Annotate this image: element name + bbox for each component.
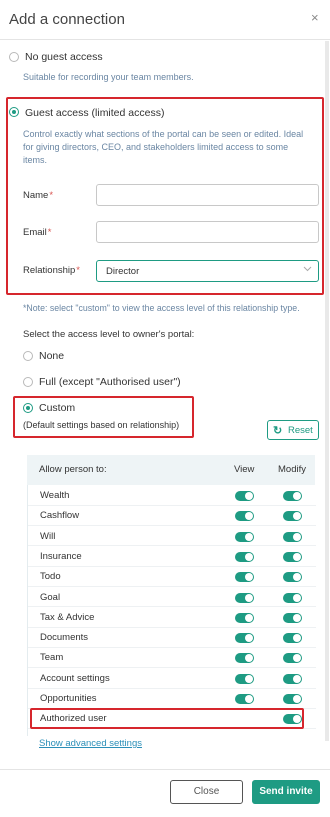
show-advanced-settings-link[interactable]: Show advanced settings (39, 738, 142, 749)
view-toggle[interactable] (235, 491, 254, 501)
row-divider (28, 545, 316, 547)
view-toggle[interactable] (235, 551, 254, 562)
modify-toggle[interactable] (283, 511, 302, 522)
view-toggle[interactable] (235, 511, 254, 522)
view-toggle[interactable] (235, 612, 254, 623)
reset-button[interactable]: ↻ Reset (267, 420, 319, 440)
dialog-header: Add a connection × (0, 0, 330, 40)
modify-toggle[interactable] (283, 531, 302, 542)
permission-row-label: Insurance (40, 550, 82, 562)
scrollbar[interactable] (325, 41, 329, 741)
permission-row-label: Team (40, 652, 64, 664)
row-divider (28, 525, 316, 527)
modify-toggle[interactable] (283, 633, 302, 644)
permission-row-label: Authorized user (40, 713, 107, 725)
row-divider (28, 606, 316, 608)
email-label: Email* (23, 227, 52, 238)
refresh-icon: ↻ (273, 425, 283, 437)
close-button[interactable]: Close (170, 780, 243, 804)
name-label: Name* (23, 190, 54, 201)
row-divider (28, 728, 316, 730)
permission-row-label: Wealth (40, 490, 70, 501)
guest-access-description-line3: items. (23, 155, 48, 165)
row-divider (28, 707, 316, 709)
row-divider (28, 626, 316, 628)
guest-access-label: Guest access (limited access) (25, 107, 165, 119)
relationship-select-value: Director (106, 266, 140, 277)
permission-row-label: Goal (40, 591, 61, 603)
guest-access-radio[interactable] (9, 107, 19, 117)
permission-row-label: Cashflow (40, 510, 80, 522)
access-none-radio[interactable] (23, 351, 33, 361)
view-toggle[interactable] (235, 572, 254, 583)
access-custom-sublabel: (Default settings based on relationship) (23, 420, 180, 430)
access-custom-label: Custom (39, 402, 76, 414)
relationship-note: *Note: select "custom" to view the acces… (23, 303, 300, 313)
view-toggle[interactable] (235, 531, 254, 542)
close-icon[interactable]: × (311, 10, 319, 25)
row-divider (28, 646, 316, 648)
view-toggle[interactable] (235, 592, 254, 603)
modify-toggle[interactable] (283, 714, 302, 725)
view-toggle[interactable] (235, 673, 254, 684)
modify-toggle[interactable] (283, 572, 302, 583)
modify-toggle[interactable] (283, 673, 302, 684)
access-full-label: Full (except "Authorised user") (39, 376, 181, 388)
permission-row-label: Account settings (40, 672, 110, 684)
permission-row-label: Todo (40, 571, 61, 583)
permission-row-label: Tax & Advice (40, 611, 95, 623)
guest-access-description-line2: for giving directors, CEO, and stakehold… (23, 142, 289, 152)
view-toggle[interactable] (235, 694, 254, 704)
reset-button-label: Reset (288, 425, 313, 436)
permission-row-label: Documents (40, 632, 89, 644)
row-divider (28, 565, 316, 567)
permission-row-label: Opportunities (40, 693, 97, 704)
row-divider (28, 687, 316, 689)
guest-access-description-line1: Control exactly what sections of the por… (23, 129, 304, 139)
row-divider (28, 667, 316, 669)
view-toggle[interactable] (235, 633, 254, 644)
chevron-down-icon (303, 264, 312, 276)
permissions-table-body: Wealth Cashflow Will Insurance Todo Goal Tax &… (27, 485, 316, 736)
row-divider (28, 586, 316, 587)
column-header-view: View (234, 464, 255, 475)
no-guest-access-description: Suitable for recording your team members… (23, 72, 194, 82)
row-divider (28, 504, 316, 506)
dialog-footer: Close Send invite (0, 769, 330, 817)
access-none-label: None (39, 350, 65, 362)
relationship-label: Relationship* (23, 265, 80, 276)
access-custom-radio[interactable] (23, 403, 33, 413)
modify-toggle[interactable] (283, 612, 302, 623)
no-guest-access-radio[interactable] (9, 52, 19, 62)
permissions-table: Allow person to: View Modify Wealth Cashf… (27, 455, 316, 736)
modify-toggle[interactable] (283, 491, 302, 501)
column-header-allow: Allow person to: (39, 464, 107, 475)
access-level-heading: Select the access level to owner's porta… (23, 329, 195, 340)
name-input[interactable] (96, 184, 319, 206)
view-toggle[interactable] (235, 653, 254, 664)
column-header-modify: Modify (278, 464, 306, 475)
no-guest-access-label: No guest access (25, 51, 103, 63)
access-full-radio[interactable] (23, 377, 33, 387)
modify-toggle[interactable] (283, 592, 302, 603)
send-invite-button[interactable]: Send invite (252, 780, 320, 804)
modify-toggle[interactable] (283, 653, 302, 664)
modify-toggle[interactable] (283, 694, 302, 704)
permission-row-label: Will (40, 530, 56, 542)
dialog-title: Add a connection (9, 11, 125, 28)
modify-toggle[interactable] (283, 551, 302, 562)
relationship-select[interactable]: Director (96, 260, 319, 282)
email-input[interactable] (96, 221, 319, 243)
permissions-table-header: Allow person to: View Modify (27, 455, 315, 485)
